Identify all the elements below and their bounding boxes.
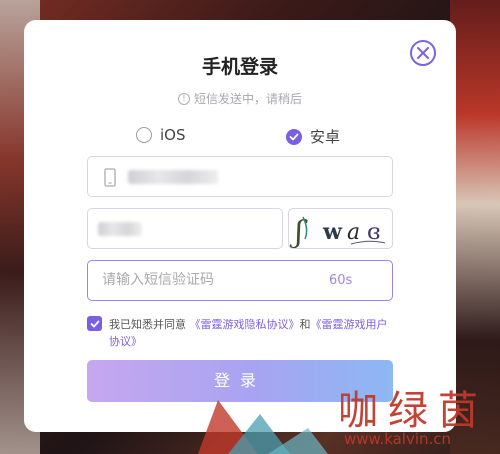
resend-countdown: 60s (329, 273, 353, 288)
watermark-logo-icon (198, 400, 328, 454)
watermark-url: www.kalvin.cn (344, 430, 452, 448)
captcha-input[interactable] (87, 208, 283, 249)
radio-android-label: 安卓 (310, 128, 341, 146)
notice-text: 短信发送中，请稍后 (193, 92, 302, 106)
agreement-and: 和 (299, 318, 311, 331)
radio-ios[interactable]: iOS (136, 126, 186, 144)
agreement-checkbox[interactable] (87, 316, 102, 331)
check-icon (90, 320, 99, 327)
phone-input[interactable] (87, 156, 393, 197)
login-dialog: 手机登录 ! 短信发送中，请稍后 iOS 安卓 ʃ w a ɞ 请输入短信验证码… (24, 20, 456, 432)
radio-checked-icon (286, 128, 302, 145)
radio-android[interactable]: 安卓 (286, 126, 340, 147)
sms-notice: ! 短信发送中，请稍后 (24, 90, 456, 107)
dialog-title: 手机登录 (201, 56, 278, 78)
info-icon: ! (177, 92, 190, 105)
phone-icon (104, 168, 116, 187)
sms-code-input[interactable] (102, 272, 302, 288)
sms-code-field: 60s (87, 260, 393, 301)
platform-selector: iOS 安卓 (24, 126, 456, 148)
captcha-value-blurred (98, 222, 142, 236)
captcha-char: a (347, 220, 360, 245)
radio-unchecked-icon (136, 127, 152, 143)
phone-value-blurred (128, 170, 218, 184)
agreement-prefix: 我已知悉并同意 (109, 318, 186, 331)
radio-ios-label: iOS (160, 126, 186, 144)
captcha-image[interactable]: ʃ w a ɞ (288, 208, 393, 249)
privacy-policy-link[interactable]: 《雷霆游戏隐私协议》 (190, 318, 300, 331)
watermark-text: 咖绿茵 (338, 388, 488, 434)
captcha-char: w (322, 219, 343, 245)
agreement-row: 我已知悉并同意 《雷霆游戏隐私协议》和《雷霆游戏用户协议》 (87, 316, 397, 350)
